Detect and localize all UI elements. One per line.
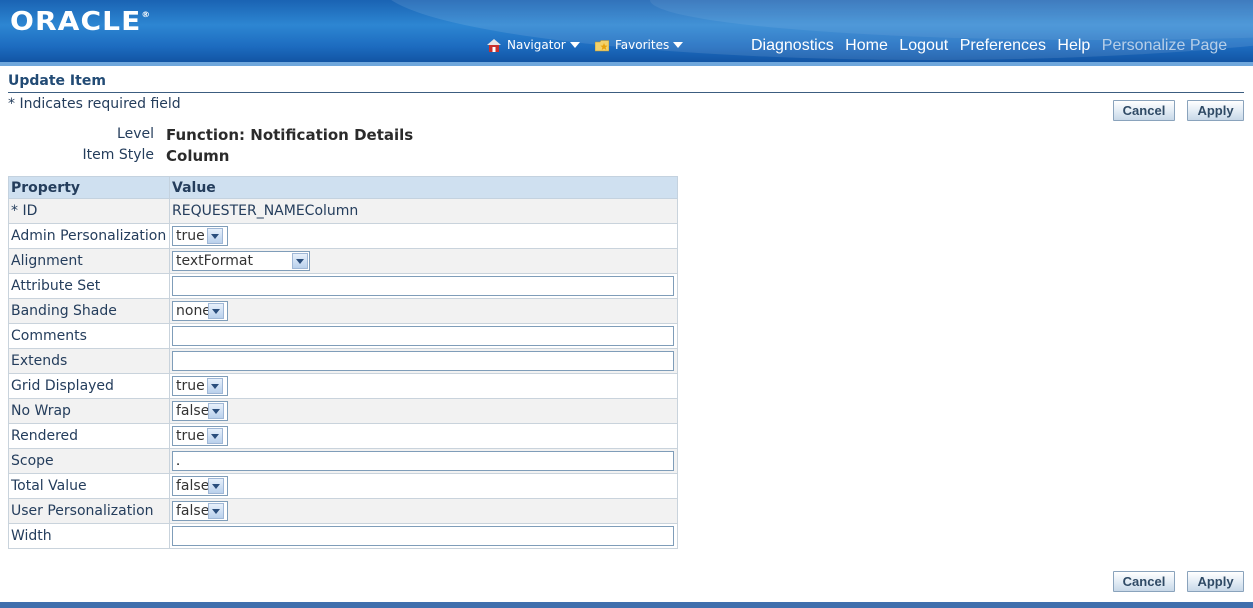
attribute-set-input[interactable] bbox=[172, 276, 674, 296]
oracle-logo: ORACLE® bbox=[10, 7, 152, 37]
level-value: Function: Notification Details bbox=[166, 126, 414, 144]
property-name: No Wrap bbox=[8, 398, 170, 424]
diagnostics-link[interactable]: Diagnostics bbox=[751, 37, 834, 54]
rendered-select[interactable]: true bbox=[172, 426, 228, 446]
apply-button[interactable]: Apply bbox=[1187, 571, 1244, 592]
property-table: Property Value * ID REQUESTER_NAMEColumn… bbox=[8, 176, 678, 549]
dropdown-arrow-icon[interactable] bbox=[206, 228, 223, 244]
dropdown-arrow-icon[interactable] bbox=[208, 403, 224, 419]
table-row: Width bbox=[8, 523, 678, 549]
table-row: Rendered true bbox=[8, 423, 678, 449]
property-name: Total Value bbox=[8, 473, 170, 499]
required-field-note: * Indicates required field bbox=[8, 96, 181, 112]
chevron-down-icon[interactable] bbox=[569, 42, 580, 48]
property-name: Admin Personalization bbox=[8, 223, 170, 249]
banding-shade-select[interactable]: none bbox=[172, 301, 228, 321]
property-name: Width bbox=[8, 523, 170, 549]
grid-displayed-select[interactable]: true bbox=[172, 376, 228, 396]
help-link[interactable]: Help bbox=[1057, 37, 1090, 54]
admin-personalization-select[interactable]: true bbox=[172, 226, 228, 246]
title-divider bbox=[8, 92, 1244, 93]
table-row: Total Value false bbox=[8, 473, 678, 499]
property-name: Extends bbox=[8, 348, 170, 374]
dropdown-arrow-icon[interactable] bbox=[208, 303, 224, 319]
cancel-button[interactable]: Cancel bbox=[1113, 100, 1175, 121]
favorites-folder-icon bbox=[595, 39, 609, 51]
property-name: Attribute Set bbox=[8, 273, 170, 299]
table-row: No Wrap false bbox=[8, 398, 678, 424]
dropdown-arrow-icon[interactable] bbox=[208, 478, 224, 494]
level-row: Level Function: Notification Details bbox=[0, 126, 600, 146]
user-personalization-select[interactable]: false bbox=[172, 501, 228, 521]
personalize-page-link: Personalize Page bbox=[1101, 37, 1228, 54]
table-row: Banding Shade none bbox=[8, 298, 678, 324]
navigator-menu[interactable]: Navigator bbox=[487, 38, 580, 52]
dropdown-arrow-icon[interactable] bbox=[208, 503, 224, 519]
dropdown-arrow-icon[interactable] bbox=[206, 378, 223, 394]
property-name: * ID bbox=[8, 198, 170, 224]
no-wrap-select[interactable]: false bbox=[172, 401, 228, 421]
extends-input[interactable] bbox=[172, 351, 674, 371]
navigator-label[interactable]: Navigator bbox=[507, 38, 566, 52]
chevron-down-icon[interactable] bbox=[673, 42, 684, 48]
table-header-row: Property Value bbox=[8, 176, 678, 199]
global-header: ORACLE® Navigator Favorites Diagnostics … bbox=[0, 0, 1253, 66]
item-style-label: Item Style bbox=[82, 147, 154, 163]
table-row: Admin Personalization true bbox=[8, 223, 678, 249]
header-stripe bbox=[0, 62, 1253, 66]
preferences-link[interactable]: Preferences bbox=[960, 37, 1046, 54]
dropdown-arrow-icon[interactable] bbox=[206, 428, 223, 444]
property-name: Scope bbox=[8, 448, 170, 474]
total-value-select[interactable]: false bbox=[172, 476, 228, 496]
level-label: Level bbox=[117, 126, 154, 142]
alignment-select[interactable]: textFormat bbox=[172, 251, 310, 271]
property-name: Banding Shade bbox=[8, 298, 170, 324]
table-row: Comments bbox=[8, 323, 678, 349]
item-style-row: Item Style Column bbox=[0, 147, 600, 167]
scope-input[interactable] bbox=[172, 451, 674, 471]
property-name: Grid Displayed bbox=[8, 373, 170, 399]
cancel-button[interactable]: Cancel bbox=[1113, 571, 1175, 592]
property-name: Alignment bbox=[8, 248, 170, 274]
width-input[interactable] bbox=[172, 526, 674, 546]
table-row: User Personalization false bbox=[8, 498, 678, 524]
favorites-menu[interactable]: Favorites bbox=[595, 38, 684, 52]
home-icon bbox=[487, 38, 501, 52]
footer-bar bbox=[0, 602, 1253, 608]
property-name: Comments bbox=[8, 323, 170, 349]
comments-input[interactable] bbox=[172, 326, 674, 346]
value-column-header: Value bbox=[169, 176, 678, 199]
table-row: Extends bbox=[8, 348, 678, 374]
apply-button[interactable]: Apply bbox=[1187, 100, 1244, 121]
item-style-value: Column bbox=[166, 147, 230, 165]
table-row: Scope bbox=[8, 448, 678, 474]
page-title: Update Item bbox=[8, 73, 106, 89]
dropdown-arrow-icon[interactable] bbox=[292, 253, 308, 269]
table-row: Attribute Set bbox=[8, 273, 678, 299]
favorites-label[interactable]: Favorites bbox=[615, 38, 669, 52]
property-column-header: Property bbox=[8, 176, 170, 199]
global-links: Diagnostics Home Logout Preferences Help… bbox=[751, 37, 1234, 55]
logout-link[interactable]: Logout bbox=[899, 37, 948, 54]
table-row: * ID REQUESTER_NAMEColumn bbox=[8, 198, 678, 224]
table-row: Grid Displayed true bbox=[8, 373, 678, 399]
table-row: Alignment textFormat bbox=[8, 248, 678, 274]
id-value: REQUESTER_NAMEColumn bbox=[172, 203, 359, 219]
property-name: Rendered bbox=[8, 423, 170, 449]
home-link[interactable]: Home bbox=[845, 37, 888, 54]
property-name: User Personalization bbox=[8, 498, 170, 524]
